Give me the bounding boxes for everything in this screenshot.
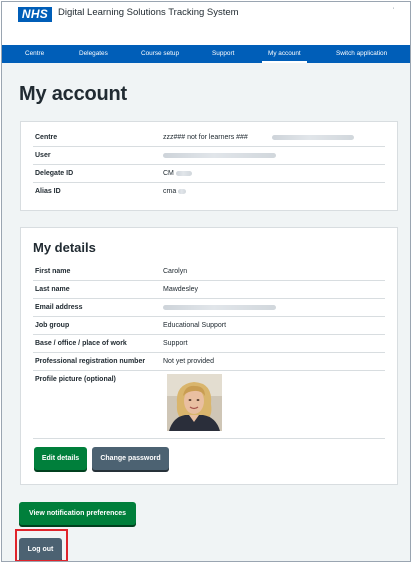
summary-row-user: User [33,147,385,165]
summary-row-centre: Centre zzz### not for learners ### [33,129,385,147]
details-value: Not yet provided [163,358,214,365]
redacted-text [176,171,192,176]
details-row-last-name: Last name Mawdesley [33,281,385,299]
details-key: Professional registration number [35,358,146,365]
summary-value: CM [163,170,174,177]
nav-item-delegates[interactable]: Delegates [79,45,108,63]
summary-key: Alias ID [35,188,61,195]
nav-item-switch-application[interactable]: Switch application [336,45,387,63]
details-value: Mawdesley [163,286,199,293]
details-key: Email address [35,304,83,311]
nav-item-support[interactable]: Support [212,45,234,63]
details-key: First name [35,268,71,275]
service-name[interactable]: Digital Learning Solutions Tracking Syst… [58,7,239,19]
nav-item-centre[interactable]: Centre [25,45,44,63]
profile-picture [167,374,222,431]
details-key: Profile picture (optional) [35,376,116,383]
main-navigation: Centre Delegates Course setup Support My… [2,45,410,63]
view-notification-preferences-button[interactable]: View notification preferences [19,502,136,525]
summary-row-delegate-id: Delegate ID CM [33,165,385,183]
details-row-email: Email address [33,299,385,317]
details-row-first-name: First name Carolyn [33,263,385,281]
redacted-text [163,305,276,310]
redacted-text [272,135,354,140]
redacted-text [178,189,186,194]
details-row-base: Base / office / place of work Support [33,335,385,353]
details-value: Educational Support [163,322,227,329]
header-mark: ' [392,8,394,14]
details-value: Support [163,340,188,347]
summary-value: zzz### not for learners ### [163,134,248,141]
summary-key: Centre [35,134,58,141]
details-key: Base / office / place of work [35,340,127,347]
profile-picture-image [167,374,222,431]
details-key: Job group [35,322,70,329]
site-header: NHS Digital Learning Solutions Tracking … [2,2,410,45]
nhs-logo[interactable]: NHS [18,7,52,22]
summary-key: Delegate ID [35,170,74,177]
redacted-text [163,153,276,158]
details-key: Last name [35,286,70,293]
account-summary-card: Centre zzz### not for learners ### User … [20,121,398,211]
browser-frame: NHS Digital Learning Solutions Tracking … [1,1,411,562]
nav-item-course-setup[interactable]: Course setup [141,45,179,63]
details-row-registration-number: Professional registration number Not yet… [33,353,385,371]
page-title: My account [19,83,128,105]
details-value: Carolyn [163,268,188,275]
summary-value: cma [163,188,177,195]
change-password-button[interactable]: Change password [92,447,169,470]
details-row-job-group: Job group Educational Support [33,317,385,335]
my-details-card: My details First name Carolyn Last name … [20,227,398,485]
summary-key: User [35,152,51,159]
my-details-heading: My details [33,240,96,255]
log-out-highlight-box [15,529,68,561]
edit-details-button[interactable]: Edit details [34,447,87,470]
summary-row-alias-id: Alias ID cma [33,183,385,201]
nav-item-my-account[interactable]: My account [262,45,307,63]
